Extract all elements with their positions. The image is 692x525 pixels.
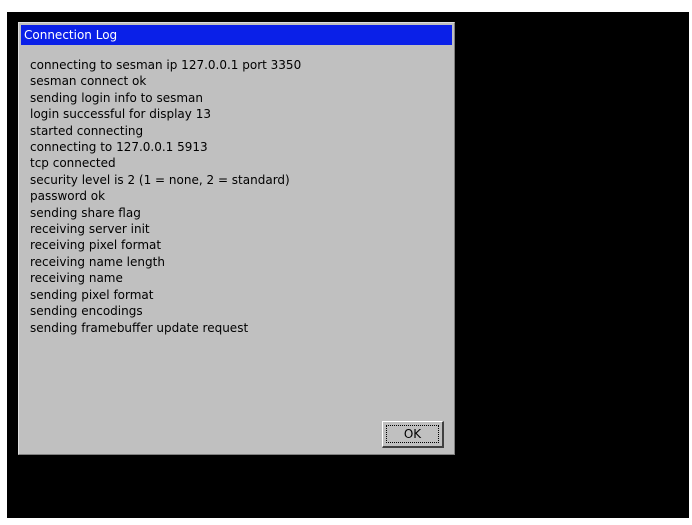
ok-button[interactable]: OK — [382, 421, 444, 448]
log-line: connecting to 127.0.0.1 5913 — [30, 140, 208, 155]
log-line: sending share flag — [30, 205, 141, 220]
dialog-title: Connection Log — [24, 28, 118, 42]
log-line: sending framebuffer update request — [30, 320, 249, 335]
log-line: tcp connected — [30, 156, 116, 171]
dialog-titlebar[interactable]: Connection Log — [21, 25, 452, 45]
connection-log-dialog: Connection Log connecting to sesman ip 1… — [18, 22, 455, 455]
log-line: security level is 2 (1 = none, 2 = stand… — [30, 172, 290, 187]
log-line: sending login info to sesman — [30, 90, 203, 105]
log-line: receiving pixel format — [30, 238, 162, 253]
log-line: login successful for display 13 — [30, 107, 211, 122]
log-line: sending pixel format — [30, 287, 154, 302]
log-line: receiving server init — [30, 222, 150, 237]
log-line: sesman connect ok — [30, 74, 147, 89]
ok-button-label: OK — [403, 427, 422, 441]
log-line: connecting to sesman ip 127.0.0.1 port 3… — [30, 58, 302, 72]
log-line: sending encodings — [30, 304, 143, 319]
connection-log-list: connecting to sesman ip 127.0.0.1 port 3… — [30, 57, 301, 336]
ok-button-focus: OK — [386, 425, 439, 443]
log-line: receiving name — [30, 271, 123, 286]
log-line: password ok — [30, 189, 106, 204]
log-line: receiving name length — [30, 254, 165, 269]
log-line: started connecting — [30, 123, 144, 138]
